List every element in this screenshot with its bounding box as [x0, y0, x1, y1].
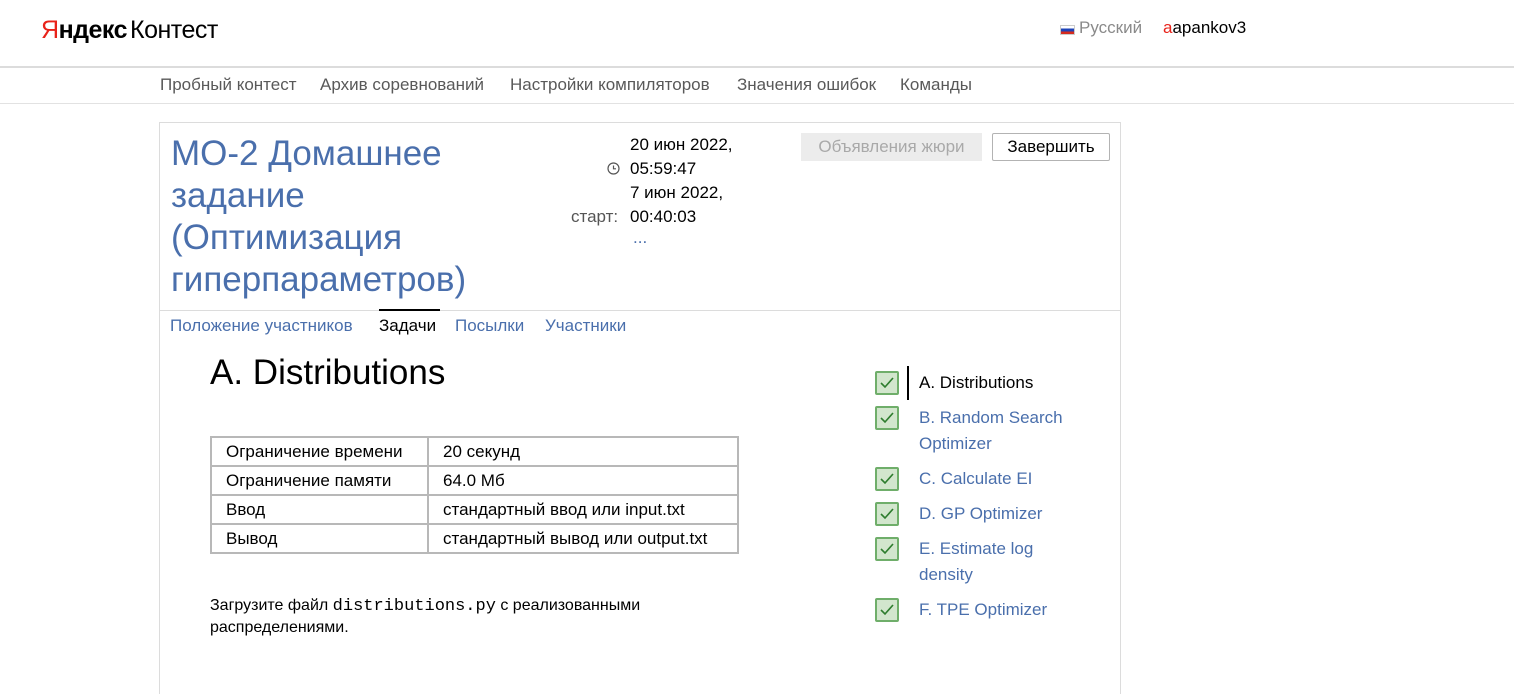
finish-button[interactable]: Завершить: [992, 133, 1110, 161]
nav-trial-contest[interactable]: Пробный контест: [160, 75, 297, 95]
nav-error-values[interactable]: Значения ошибок: [737, 75, 876, 95]
limit-key: Ограничение памяти: [210, 465, 429, 496]
user-name: apankov3: [1172, 18, 1247, 37]
check-icon: [875, 467, 899, 491]
user-link[interactable]: aapankov3: [1163, 18, 1246, 38]
contest-title[interactable]: МО-2 Домашнее задание (Оптимизация гипер…: [171, 133, 511, 301]
top-navigation: Пробный контест Архив соревнований Настр…: [0, 68, 1514, 104]
nav-competition-archive[interactable]: Архив соревнований: [320, 75, 484, 95]
problem-statement: Загрузите файл distributions.py с реализ…: [210, 595, 730, 638]
tab-submissions[interactable]: Посылки: [455, 316, 524, 336]
contest-dates: 20 июн 2022, 05:59:47 7 июн 2022, 00:40:…: [630, 133, 770, 229]
nav-compiler-settings[interactable]: Настройки компиляторов: [510, 75, 710, 95]
tab-standings[interactable]: Положение участников: [170, 316, 353, 336]
statement-text: Загрузите файл: [210, 597, 333, 614]
table-row: Ограничение времени 20 секунд: [210, 436, 739, 467]
table-row: Ограничение памяти 64.0 Мб: [210, 465, 739, 496]
current-problem-marker: [907, 366, 909, 400]
tab-participants[interactable]: Участники: [545, 316, 626, 336]
clock-icon: [607, 162, 620, 175]
jury-announcements-button[interactable]: Объявления жюри: [801, 133, 982, 161]
end-date: 20 июн 2022,: [630, 135, 733, 154]
nav-teams[interactable]: Команды: [900, 75, 972, 95]
logo-yandex: ндекс: [58, 16, 128, 44]
check-icon: [875, 502, 899, 526]
active-tab-indicator: [379, 309, 440, 311]
limit-key: Ограничение времени: [210, 436, 429, 467]
header: Яндекс Контест Русский aapankov3: [0, 0, 1514, 68]
language-label: Русский: [1079, 18, 1143, 37]
logo-kontest: Контест: [130, 16, 218, 44]
check-icon: [875, 371, 899, 395]
problem-label: A. Distributions: [919, 373, 1034, 392]
limit-value: стандартный ввод или input.txt: [427, 494, 739, 525]
russian-flag-icon: [1060, 24, 1075, 35]
problem-label: D. GP Optimizer: [919, 504, 1043, 523]
check-icon: [875, 406, 899, 430]
tab-problems[interactable]: Задачи: [379, 316, 436, 336]
limit-key: Ввод: [210, 494, 429, 525]
problem-label: E. Estimate log density: [919, 539, 1034, 584]
table-row: Ввод стандартный ввод или input.txt: [210, 494, 739, 525]
problem-label: B. Random Search Optimizer: [919, 408, 1063, 453]
check-icon: [875, 598, 899, 622]
more-ellipsis[interactable]: ...: [633, 228, 647, 248]
yandex-contest-logo[interactable]: Яндекс Контест: [41, 16, 218, 45]
problem-title: A. Distributions: [210, 353, 446, 392]
problem-label: C. Calculate EI: [919, 469, 1033, 488]
logo-ya-letter: Я: [41, 16, 59, 44]
start-date: 7 июн 2022,: [630, 183, 724, 202]
end-time: 05:59:47: [630, 159, 697, 178]
limit-value: 64.0 Мб: [427, 465, 739, 496]
limit-value: 20 секунд: [427, 436, 739, 467]
tabs-divider: [160, 310, 1120, 311]
check-icon: [875, 537, 899, 561]
language-switcher[interactable]: Русский: [1060, 18, 1142, 38]
start-time: 00:40:03: [630, 207, 697, 226]
limit-key: Вывод: [210, 523, 429, 554]
contest-panel: МО-2 Домашнее задание (Оптимизация гипер…: [159, 122, 1121, 694]
problem-label: F. TPE Optimizer: [919, 600, 1048, 619]
statement-filename: distributions.py: [332, 597, 496, 616]
limit-value: стандартный вывод или output.txt: [427, 523, 739, 554]
table-row: Вывод стандартный вывод или output.txt: [210, 523, 739, 554]
limits-table: Ограничение времени 20 секунд Ограничени…: [210, 436, 739, 554]
start-label: старт:: [571, 207, 619, 226]
